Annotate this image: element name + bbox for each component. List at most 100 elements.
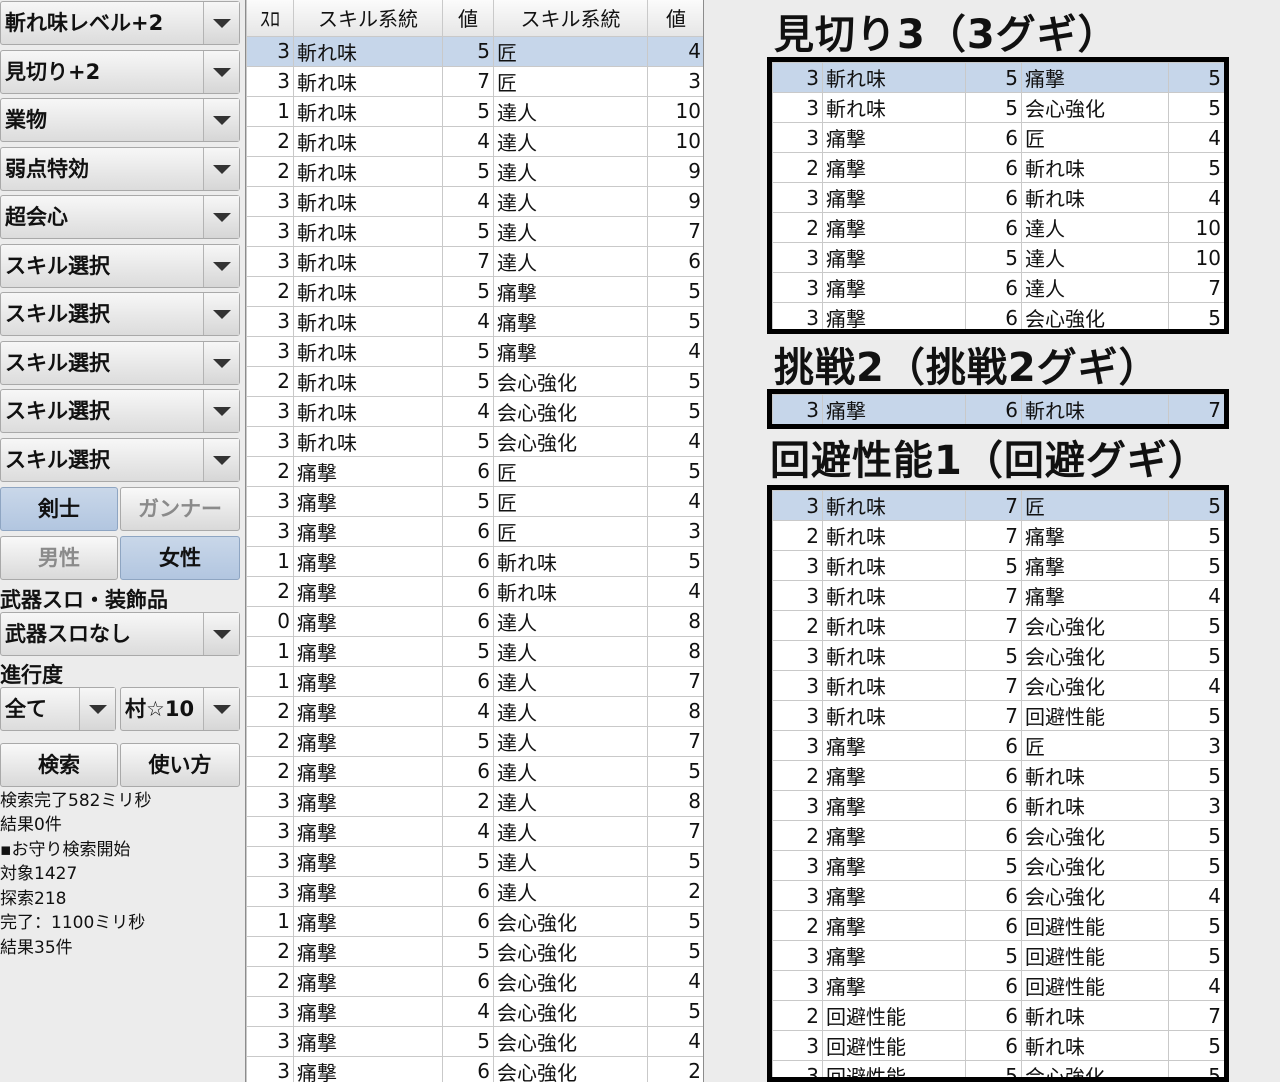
column-header[interactable]: 値 [442, 0, 494, 37]
table-row[interactable]: 2 痛撃 6 匠 5 [246, 455, 703, 487]
table-row[interactable]: 2 痛撃 6 斬れ味 5 [772, 152, 1224, 183]
chevron-down-icon[interactable] [203, 99, 239, 141]
table-row[interactable]: 3 痛撃 6 達人 7 [772, 272, 1224, 303]
table-row[interactable]: 2 痛撃 4 達人 8 [246, 695, 703, 727]
table-row[interactable]: 3 斬れ味 5 達人 7 [246, 215, 703, 247]
table-row[interactable]: 2 痛撃 6 斬れ味 4 [246, 575, 703, 607]
skill-select-2[interactable]: 見切り+2 [0, 50, 240, 94]
table-row[interactable]: 3 痛撃 6 斬れ味 7 [772, 394, 1224, 424]
progress-rank-select[interactable]: 村☆10 [120, 687, 240, 731]
table-row[interactable]: 3 斬れ味 5 会心強化 4 [246, 425, 703, 457]
class-button-gunner[interactable]: ガンナー [120, 487, 240, 531]
table-row[interactable]: 3 痛撃 5 会心強化 4 [246, 1025, 703, 1057]
skill-select-5[interactable]: 超会心 [0, 195, 240, 239]
weapon-slot-select[interactable]: 武器スロなし [0, 612, 240, 656]
table-row[interactable]: 2 痛撃 6 達人 5 [246, 755, 703, 787]
table-row[interactable]: 2 痛撃 6 回避性能 5 [772, 910, 1224, 941]
chevron-down-icon[interactable] [203, 439, 239, 481]
chevron-down-icon[interactable] [203, 51, 239, 93]
chevron-down-icon[interactable] [203, 293, 239, 335]
table-row[interactable]: 3 回避性能 6 斬れ味 5 [772, 1030, 1224, 1061]
skill-select-7[interactable]: スキル選択 [0, 292, 240, 336]
table-row[interactable]: 3 斬れ味 4 会心強化 5 [246, 395, 703, 427]
table-row[interactable]: 2 痛撃 6 達人 10 [772, 212, 1224, 243]
column-header[interactable]: スキル系統 [293, 0, 443, 37]
table-row[interactable]: 2 痛撃 6 会心強化 5 [772, 820, 1224, 851]
table-row[interactable]: 3 痛撃 5 会心強化 5 [772, 850, 1224, 881]
skill-select-6[interactable]: スキル選択 [0, 244, 240, 288]
table-row[interactable]: 3 斬れ味 5 会心強化 5 [772, 92, 1224, 123]
table-row[interactable]: 3 斬れ味 7 痛撃 4 [772, 580, 1224, 611]
chevron-down-icon[interactable] [203, 245, 239, 287]
table-row[interactable]: 2 痛撃 5 会心強化 5 [246, 935, 703, 967]
class-button-blademaster[interactable]: 剣士 [0, 487, 118, 531]
table-row[interactable]: 3 痛撃 5 達人 5 [246, 845, 703, 877]
table-row[interactable]: 3 斬れ味 4 痛撃 5 [246, 305, 703, 337]
gender-button-female[interactable]: 女性 [120, 536, 240, 580]
skill-select-1[interactable]: 斬れ味レベル+2 [0, 1, 240, 45]
table-row[interactable]: 3 痛撃 2 達人 8 [246, 785, 703, 817]
table-row[interactable]: 3 痛撃 6 斬れ味 3 [772, 790, 1224, 821]
table-row[interactable]: 2 斬れ味 7 痛撃 5 [772, 520, 1224, 551]
table-row[interactable]: 3 痛撃 6 匠 3 [246, 515, 703, 547]
table-row[interactable]: 3 斬れ味 5 痛撃 5 [772, 62, 1224, 93]
table-row[interactable]: 2 斬れ味 4 達人 10 [246, 125, 703, 157]
column-header[interactable]: ｽﾛ [246, 0, 294, 37]
table-row[interactable]: 2 回避性能 6 斬れ味 7 [772, 1000, 1224, 1031]
table-row[interactable]: 3 斬れ味 4 達人 9 [246, 185, 703, 217]
chevron-down-icon[interactable] [79, 688, 115, 730]
chevron-down-icon[interactable] [203, 688, 239, 730]
table-row[interactable]: 3 痛撃 6 会心強化 5 [772, 302, 1224, 329]
table-row[interactable]: 1 痛撃 6 斬れ味 5 [246, 545, 703, 577]
chevron-down-icon[interactable] [203, 196, 239, 238]
table-row[interactable]: 2 斬れ味 5 達人 9 [246, 155, 703, 187]
table-row[interactable]: 3 斬れ味 5 匠 4 [246, 35, 703, 67]
table-row[interactable]: 3 痛撃 6 匠 3 [772, 730, 1224, 761]
chevron-down-icon[interactable] [203, 613, 239, 655]
table-row[interactable]: 3 痛撃 5 回避性能 5 [772, 940, 1224, 971]
table-row[interactable]: 2 痛撃 6 斬れ味 5 [772, 760, 1224, 791]
table-row[interactable]: 3 痛撃 5 達人 10 [772, 242, 1224, 273]
search-button[interactable]: 検索 [0, 743, 118, 787]
skill-select-9[interactable]: スキル選択 [0, 389, 240, 433]
table-row[interactable]: 3 斬れ味 7 匠 5 [772, 490, 1224, 521]
table-row[interactable]: 2 痛撃 5 達人 7 [246, 725, 703, 757]
chevron-down-icon[interactable] [203, 148, 239, 190]
table-row[interactable]: 1 痛撃 6 会心強化 5 [246, 905, 703, 937]
chevron-down-icon[interactable] [203, 390, 239, 432]
table-row[interactable]: 3 斬れ味 7 達人 6 [246, 245, 703, 277]
table-row[interactable]: 3 痛撃 6 会心強化 4 [772, 880, 1224, 911]
table-row[interactable]: 2 斬れ味 5 痛撃 5 [246, 275, 703, 307]
table-row[interactable]: 3 痛撃 6 回避性能 4 [772, 970, 1224, 1001]
gender-button-male[interactable]: 男性 [0, 536, 118, 580]
progress-filter-select[interactable]: 全て [0, 687, 116, 731]
chevron-down-icon[interactable] [203, 342, 239, 384]
table-row[interactable]: 1 痛撃 5 達人 8 [246, 635, 703, 667]
table-row[interactable]: 3 痛撃 6 匠 4 [772, 122, 1224, 153]
table-row[interactable]: 3 痛撃 6 斬れ味 4 [772, 182, 1224, 213]
chevron-down-icon[interactable] [203, 2, 239, 44]
table-row[interactable]: 3 斬れ味 5 痛撃 4 [246, 335, 703, 367]
table-row[interactable]: 3 痛撃 4 会心強化 5 [246, 995, 703, 1027]
table-row[interactable]: 2 痛撃 6 会心強化 4 [246, 965, 703, 997]
skill-select-4[interactable]: 弱点特効 [0, 147, 240, 191]
skill-select-3[interactable]: 業物 [0, 98, 240, 142]
table-row[interactable]: 3 斬れ味 7 回避性能 5 [772, 700, 1224, 731]
table-row[interactable]: 3 痛撃 4 達人 7 [246, 815, 703, 847]
table-row[interactable]: 3 斬れ味 7 会心強化 4 [772, 670, 1224, 701]
table-row[interactable]: 3 痛撃 6 達人 2 [246, 875, 703, 907]
skill-select-10[interactable]: スキル選択 [0, 438, 240, 482]
table-row[interactable]: 1 斬れ味 5 達人 10 [246, 95, 703, 127]
table-row[interactable]: 0 痛撃 6 達人 8 [246, 605, 703, 637]
table-row[interactable]: 3 痛撃 5 匠 4 [246, 485, 703, 517]
table-row[interactable]: 3 斬れ味 5 痛撃 5 [772, 550, 1224, 581]
table-row[interactable]: 3 斬れ味 5 会心強化 5 [772, 640, 1224, 671]
table-row[interactable]: 2 斬れ味 7 会心強化 5 [772, 610, 1224, 641]
table-row[interactable]: 2 斬れ味 5 会心強化 5 [246, 365, 703, 397]
table-row[interactable]: 3 斬れ味 7 匠 3 [246, 65, 703, 97]
column-header[interactable]: スキル系統 [493, 0, 648, 37]
table-row[interactable]: 1 痛撃 6 達人 7 [246, 665, 703, 697]
table-row[interactable]: 3 痛撃 6 会心強化 2 [246, 1055, 703, 1082]
skill-select-8[interactable]: スキル選択 [0, 341, 240, 385]
column-header[interactable]: 値 [647, 0, 703, 37]
